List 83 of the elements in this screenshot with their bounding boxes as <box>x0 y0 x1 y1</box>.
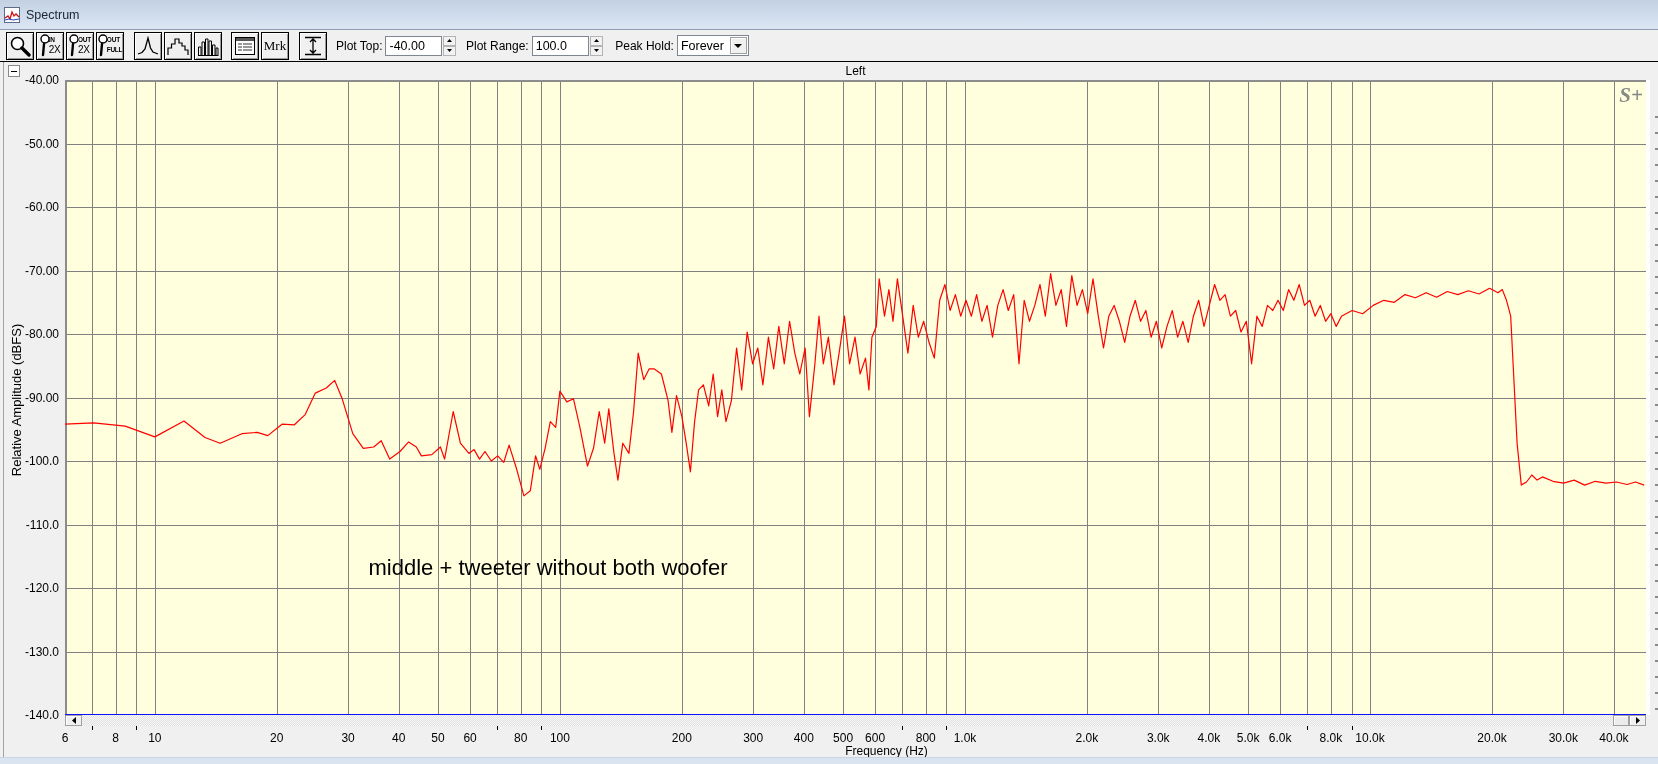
y-tick-label: -60.00 <box>24 200 59 215</box>
step-outline-icon <box>166 35 189 56</box>
y-tick-label: -140.0 <box>24 708 59 723</box>
caret-left-icon <box>71 717 76 724</box>
window-title: Spectrum <box>26 6 80 23</box>
y-tick-label: -110.0 <box>25 517 59 532</box>
bar-view-button[interactable] <box>193 31 222 60</box>
x-tick-label: 500 <box>833 730 854 745</box>
step-view-button[interactable] <box>163 31 192 60</box>
x-tick-label: 6.0k <box>1268 730 1292 745</box>
spin-down-button[interactable] <box>589 45 603 56</box>
y-tick-label: -40.00 <box>24 73 59 88</box>
x-tick-label: 60 <box>463 730 477 745</box>
x-tick-label: 80 <box>514 730 528 745</box>
scroll-left-button[interactable] <box>65 715 82 726</box>
x-tick-label: 600 <box>865 730 886 745</box>
annotation-text: middle + tweeter without both woofer <box>368 554 728 580</box>
caret-down-icon <box>734 43 743 48</box>
x-tick-label: 20.0k <box>1477 730 1507 745</box>
magnifier-icon <box>97 34 107 57</box>
app-logo: S+ <box>1619 83 1643 107</box>
caret-down-icon <box>447 49 453 52</box>
caret-right-icon <box>1635 717 1640 724</box>
y-tick-label: -120.0 <box>24 581 59 596</box>
x-tick-label: 40.0k <box>1599 730 1629 745</box>
x-tick-label: 10.0k <box>1355 730 1385 745</box>
x-tick-label: 800 <box>915 730 936 745</box>
y-tick-label: -130.0 <box>24 644 59 659</box>
spin-up-button[interactable] <box>589 35 603 46</box>
number-field[interactable]: 100.0 <box>531 35 589 56</box>
caret-down-icon <box>593 49 599 52</box>
dropdown-arrow-button[interactable] <box>729 37 747 54</box>
magnifier-icon <box>39 34 49 57</box>
field-label: Peak Hold: <box>615 38 674 53</box>
number-field[interactable]: -40.00 <box>385 35 443 56</box>
range-button[interactable] <box>298 31 327 60</box>
field-label: Plot Range: <box>466 38 529 53</box>
list-window-icon <box>234 35 256 56</box>
zoom-button[interactable] <box>6 31 34 60</box>
x-tick-label: 30.0k <box>1548 730 1578 745</box>
chart-title: Left <box>845 64 866 78</box>
minus-icon <box>11 70 17 72</box>
x-tick-label: 6 <box>61 730 69 745</box>
caret-up-icon <box>593 39 599 42</box>
x-tick-label: 50 <box>431 730 445 745</box>
x-tick-label: 300 <box>743 730 764 745</box>
magnifier-icon <box>68 34 78 57</box>
y-tick-label: -100.0 <box>24 454 59 469</box>
scroll-right-button[interactable] <box>1629 715 1646 726</box>
line-view-button[interactable] <box>133 31 162 60</box>
y-tick-label: -70.00 <box>24 263 59 278</box>
x-tick-label: 3.0k <box>1146 730 1170 745</box>
spin-up-button[interactable] <box>443 35 457 46</box>
dropdown[interactable]: Forever <box>676 35 749 56</box>
caret-up-icon <box>447 39 453 42</box>
y-axis-title: Relative Amplitude (dBFS) <box>8 323 24 477</box>
bar-graph-icon <box>196 35 219 56</box>
scrollbar-thumb[interactable] <box>1613 715 1629 726</box>
collapse-button[interactable] <box>8 65 20 77</box>
x-tick-label: 8.0k <box>1319 730 1343 745</box>
chart-icon <box>4 6 20 23</box>
magnifier-icon <box>9 34 31 57</box>
x-tick-label: 2.0k <box>1075 730 1099 745</box>
x-tick-label: 8 <box>112 730 119 745</box>
x-tick-label: 100 <box>549 730 570 745</box>
y-tick-label: -80.00 <box>24 327 59 342</box>
y-tick-label: -90.00 <box>24 390 59 405</box>
marker-button[interactable]: Mrk <box>261 31 289 60</box>
x-tick-label: 200 <box>671 730 692 745</box>
x-tick-label: 5.0k <box>1236 730 1260 745</box>
x-tick-label: 1.0k <box>953 730 977 745</box>
x-tick-label: 30 <box>341 730 355 745</box>
x-tick-label: 400 <box>793 730 814 745</box>
spin-down-button[interactable] <box>443 45 457 56</box>
x-tick-label: 40 <box>392 730 406 745</box>
y-tick-label: -50.00 <box>24 136 59 151</box>
field-label: Plot Top: <box>336 38 383 53</box>
peak-line-icon <box>136 35 159 56</box>
x-tick-label: 10 <box>148 730 162 745</box>
x-tick-label: 20 <box>270 730 284 745</box>
list-window-button[interactable] <box>231 31 259 60</box>
x-tick-label: 4.0k <box>1197 730 1221 745</box>
x-axis-title: Frequency (Hz) <box>845 745 928 757</box>
